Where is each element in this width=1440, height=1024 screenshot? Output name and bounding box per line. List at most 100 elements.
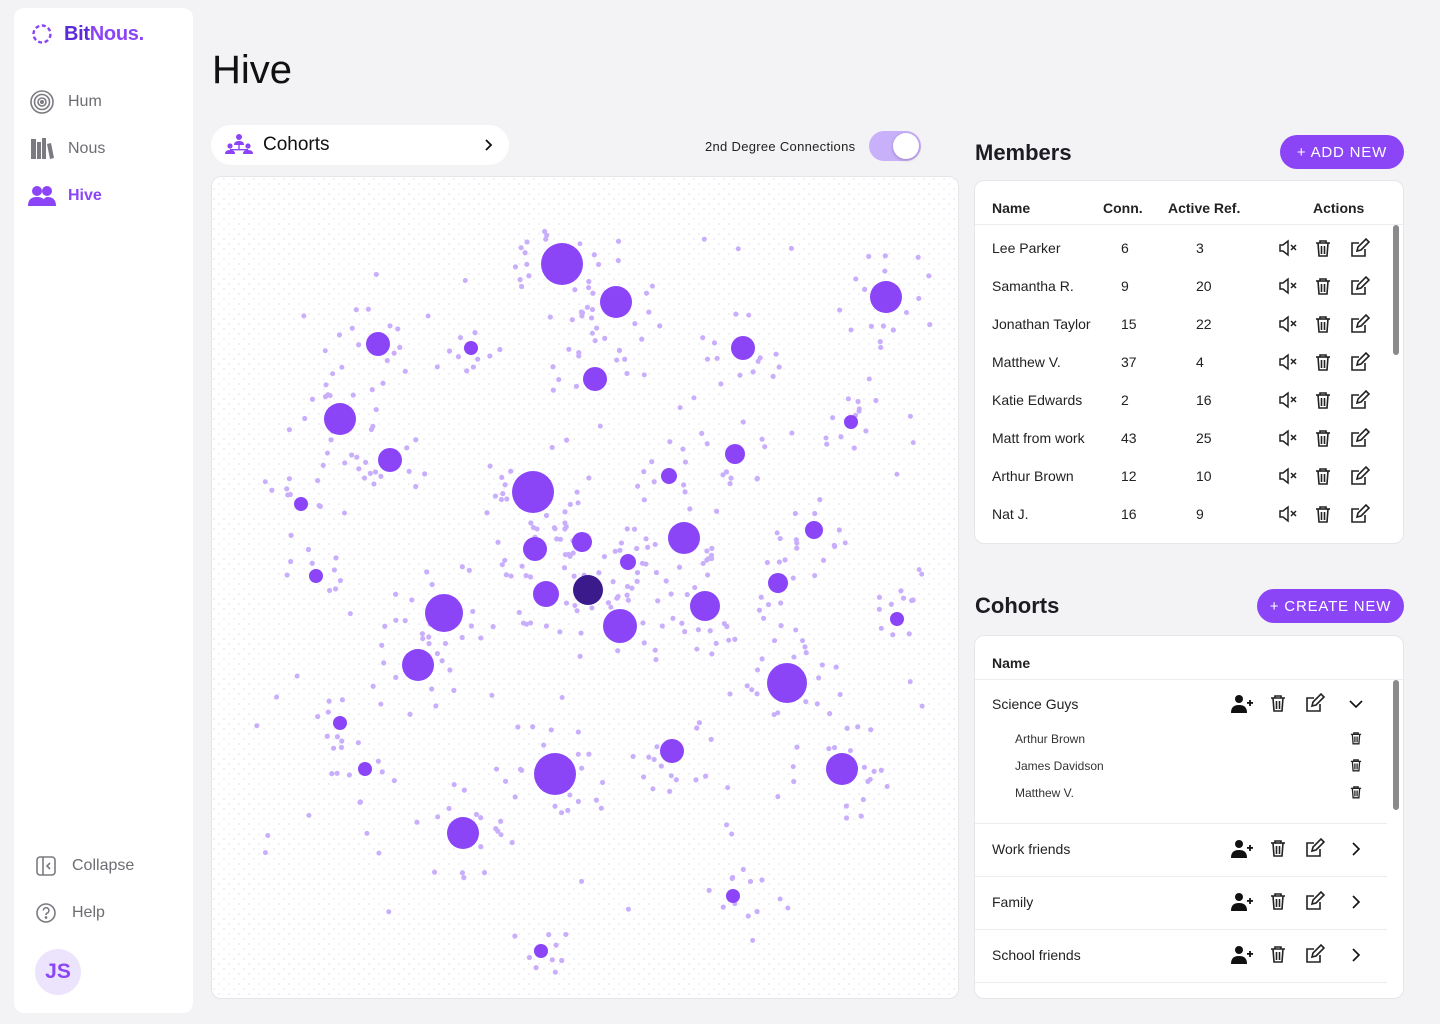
edit-icon[interactable] <box>1304 837 1328 861</box>
cohort-row[interactable]: School friends <box>975 930 1387 983</box>
nav-item-nous[interactable]: Nous <box>28 125 178 172</box>
graph-member-node[interactable] <box>534 753 576 795</box>
graph-member-node[interactable] <box>583 367 607 391</box>
cohorts-scrollbar[interactable] <box>1393 680 1399 810</box>
mute-icon[interactable] <box>1277 275 1299 297</box>
trash-icon[interactable] <box>1267 943 1291 967</box>
add-member-button[interactable]: + ADD NEW <box>1280 135 1404 169</box>
add-person-icon[interactable] <box>1230 692 1254 716</box>
graph-member-node[interactable] <box>523 537 547 561</box>
network-graph[interactable] <box>211 176 959 999</box>
graph-member-node[interactable] <box>726 889 740 903</box>
edit-icon[interactable] <box>1349 503 1371 525</box>
graph-member-node[interactable] <box>731 336 755 360</box>
trash-icon[interactable] <box>1267 837 1291 861</box>
trash-icon[interactable] <box>1312 275 1334 297</box>
graph-member-node[interactable] <box>333 716 347 730</box>
edit-icon[interactable] <box>1349 465 1371 487</box>
trash-icon[interactable] <box>1312 351 1334 373</box>
graph-member-node[interactable] <box>294 497 308 511</box>
graph-member-node[interactable] <box>870 281 902 313</box>
edit-icon[interactable] <box>1349 313 1371 335</box>
trash-icon[interactable] <box>1312 389 1334 411</box>
graph-member-node[interactable] <box>512 471 554 513</box>
graph-member-node[interactable] <box>600 286 632 318</box>
graph-member-node[interactable] <box>603 609 637 643</box>
graph-self-node[interactable] <box>573 575 603 605</box>
table-row[interactable]: Lee Parker 6 3 <box>975 228 1385 266</box>
graph-member-node[interactable] <box>768 573 788 593</box>
trash-icon[interactable] <box>1267 692 1291 716</box>
table-row[interactable]: Matt from work 43 25 <box>975 418 1385 456</box>
graph-member-node[interactable] <box>572 532 592 552</box>
mute-icon[interactable] <box>1277 503 1299 525</box>
graph-member-node[interactable] <box>309 569 323 583</box>
trash-icon[interactable] <box>1348 784 1364 800</box>
mute-icon[interactable] <box>1277 351 1299 373</box>
add-person-icon[interactable] <box>1230 837 1254 861</box>
table-row[interactable]: Samantha R. 9 20 <box>975 266 1385 304</box>
graph-member-node[interactable] <box>534 944 548 958</box>
graph-member-node[interactable] <box>366 332 390 356</box>
graph-member-node[interactable] <box>844 415 858 429</box>
mute-icon[interactable] <box>1277 389 1299 411</box>
chevron-right-icon[interactable] <box>1344 943 1368 967</box>
help-button[interactable]: Help <box>32 889 182 936</box>
chevron-down-icon[interactable] <box>1344 692 1368 716</box>
table-row[interactable]: Matthew V. 37 4 <box>975 342 1385 380</box>
graph-member-node[interactable] <box>690 591 720 621</box>
edit-icon[interactable] <box>1304 890 1328 914</box>
graph-member-node[interactable] <box>668 522 700 554</box>
table-row[interactable]: Katie Edwards 2 16 <box>975 380 1385 418</box>
trash-icon[interactable] <box>1312 503 1334 525</box>
edit-icon[interactable] <box>1349 389 1371 411</box>
table-row[interactable]: Nat J. 16 9 <box>975 494 1385 532</box>
nav-item-hive[interactable]: Hive <box>28 172 178 219</box>
trash-icon[interactable] <box>1312 465 1334 487</box>
network-graph-canvas[interactable] <box>212 177 959 999</box>
graph-member-node[interactable] <box>661 468 677 484</box>
chevron-right-icon[interactable] <box>1344 890 1368 914</box>
trash-icon[interactable] <box>1312 313 1334 335</box>
nav-item-hum[interactable]: Hum <box>28 78 178 125</box>
graph-member-node[interactable] <box>826 753 858 785</box>
edit-icon[interactable] <box>1349 237 1371 259</box>
user-avatar[interactable]: JS <box>35 949 81 995</box>
graph-member-node[interactable] <box>805 521 823 539</box>
trash-icon[interactable] <box>1348 730 1364 746</box>
mute-icon[interactable] <box>1277 237 1299 259</box>
edit-icon[interactable] <box>1349 427 1371 449</box>
mute-icon[interactable] <box>1277 465 1299 487</box>
graph-member-node[interactable] <box>533 581 559 607</box>
cohort-row[interactable]: Work friends <box>975 824 1387 877</box>
collapse-button[interactable]: Collapse <box>32 842 182 889</box>
edit-icon[interactable] <box>1349 351 1371 373</box>
brand-logo[interactable]: BitNous. <box>30 22 144 46</box>
mute-icon[interactable] <box>1277 427 1299 449</box>
cohort-selector[interactable]: Cohorts <box>211 125 509 165</box>
graph-member-node[interactable] <box>620 554 636 570</box>
graph-member-node[interactable] <box>447 817 479 849</box>
add-person-icon[interactable] <box>1230 890 1254 914</box>
trash-icon[interactable] <box>1348 757 1364 773</box>
trash-icon[interactable] <box>1267 890 1291 914</box>
graph-member-node[interactable] <box>378 448 402 472</box>
graph-member-node[interactable] <box>425 594 463 632</box>
trash-icon[interactable] <box>1312 237 1334 259</box>
graph-member-node[interactable] <box>660 739 684 763</box>
table-row[interactable]: Jonathan Taylor 15 22 <box>975 304 1385 342</box>
second-degree-toggle[interactable] <box>869 131 922 161</box>
graph-member-node[interactable] <box>358 762 372 776</box>
graph-member-node[interactable] <box>890 612 904 626</box>
graph-member-node[interactable] <box>402 649 434 681</box>
edit-icon[interactable] <box>1349 275 1371 297</box>
trash-icon[interactable] <box>1312 427 1334 449</box>
graph-member-node[interactable] <box>725 444 745 464</box>
graph-member-node[interactable] <box>541 243 583 285</box>
cohort-row-expanded[interactable]: Science Guys Arthur Brown James Davidson… <box>975 680 1387 824</box>
members-scrollbar[interactable] <box>1393 225 1399 355</box>
edit-icon[interactable] <box>1304 692 1328 716</box>
graph-member-node[interactable] <box>324 403 356 435</box>
add-person-icon[interactable] <box>1230 943 1254 967</box>
create-cohort-button[interactable]: + CREATE NEW <box>1257 589 1404 623</box>
